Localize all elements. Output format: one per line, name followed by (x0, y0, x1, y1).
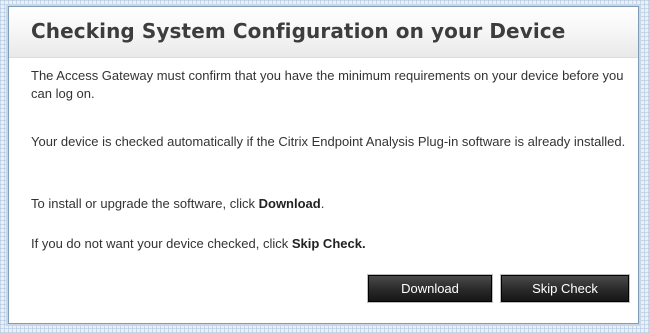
skip-instructions-text: If you do not want your device checked, … (31, 236, 292, 251)
install-instructions-bold: Download (258, 196, 321, 211)
install-instructions-end: . (320, 196, 325, 211)
download-button[interactable]: Download (367, 274, 493, 303)
skip-instructions-bold: Skip Check. (291, 236, 366, 251)
requirements-paragraph: The Access Gateway must confirm that you… (31, 68, 624, 101)
auto-check-paragraph: Your device is checked automatically if … (31, 134, 626, 149)
install-instructions-paragraph: To install or upgrade the software, clic… (31, 195, 631, 213)
skip-instructions-paragraph: If you do not want your device checked, … (31, 235, 631, 253)
install-instructions-text: To install or upgrade the software, clic… (31, 196, 259, 211)
dialog-title: Checking System Configuration on your De… (31, 19, 566, 43)
dialog-title-bar: Checking System Configuration on your De… (9, 7, 638, 58)
system-check-dialog: Checking System Configuration on your De… (8, 6, 639, 324)
skip-check-button[interactable]: Skip Check (500, 274, 630, 303)
